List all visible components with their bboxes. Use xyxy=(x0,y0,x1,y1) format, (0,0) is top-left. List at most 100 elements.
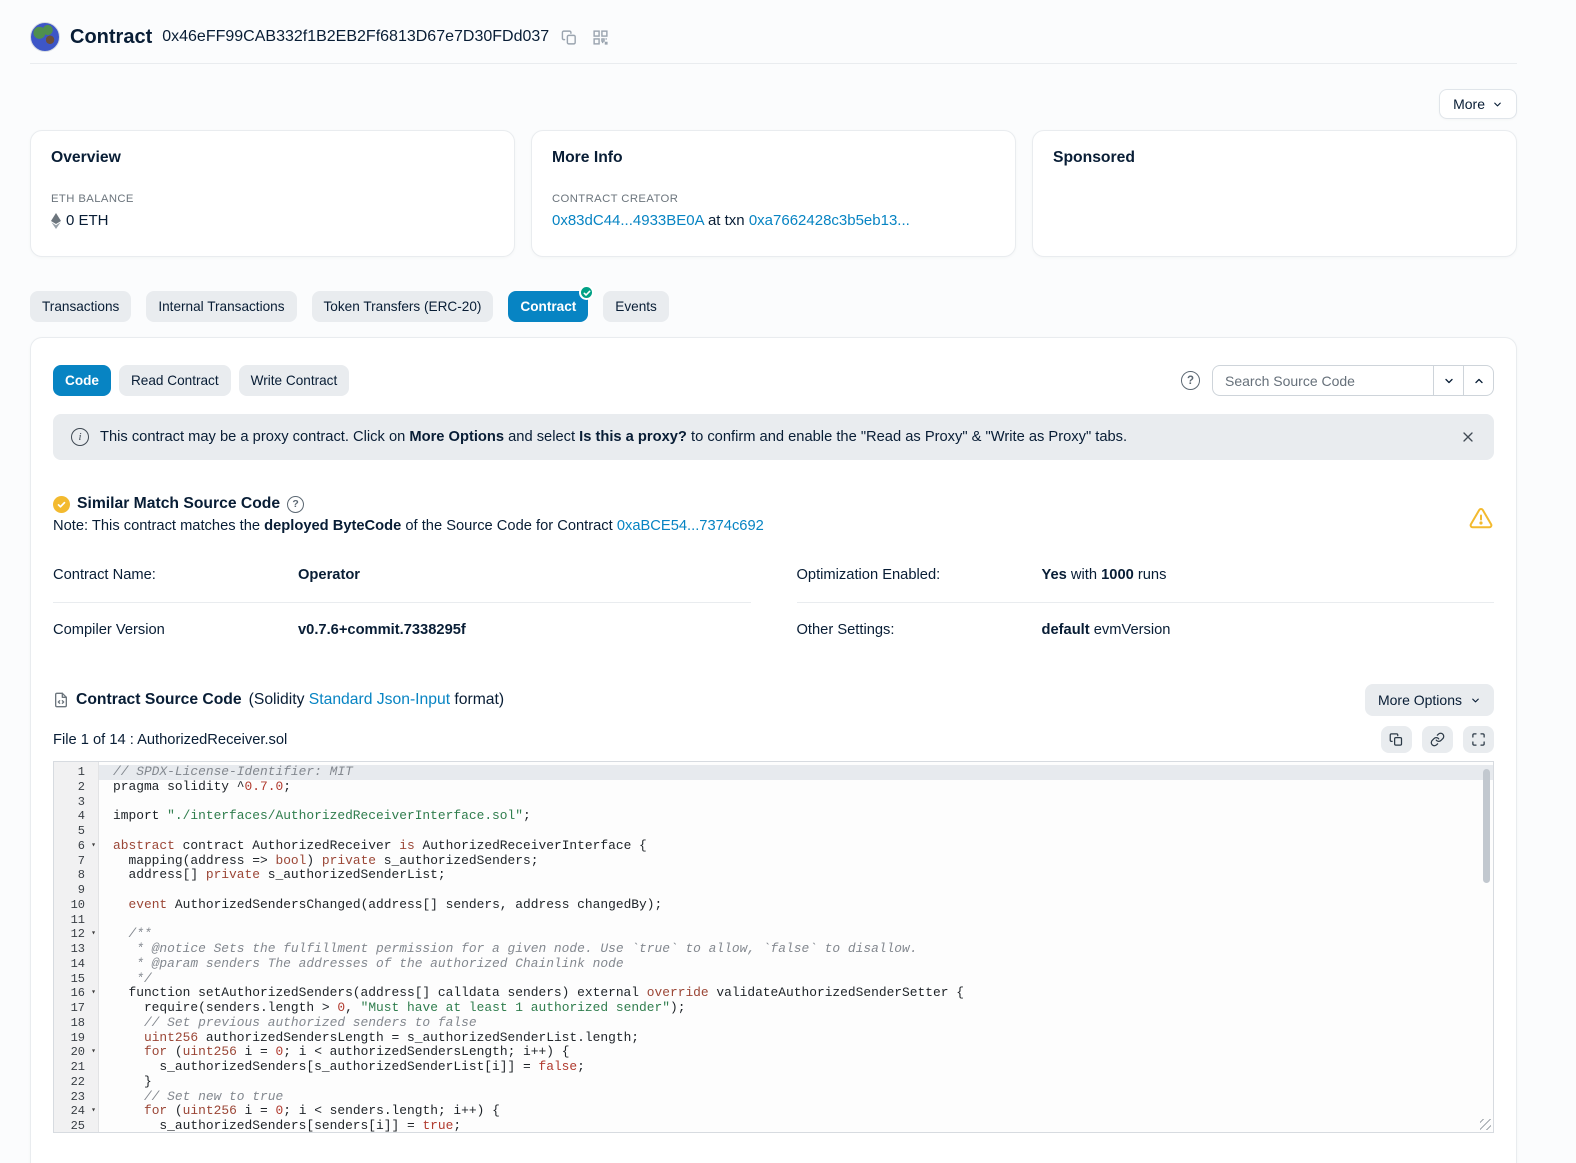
gutter-line-number: 3 xyxy=(54,795,98,810)
tab-transactions[interactable]: Transactions xyxy=(30,291,131,322)
gutter-line-number: 5 xyxy=(54,824,98,839)
gutter-line-number: 13 xyxy=(54,942,98,957)
compiler-version-value: v0.7.6+commit.7338295f xyxy=(298,622,466,638)
chevron-up-icon xyxy=(1473,375,1485,387)
contract-name-value: Operator xyxy=(298,567,360,583)
creator-txn-link[interactable]: 0xa7662428c3b5eb13... xyxy=(749,212,910,229)
code-line: uint256 authorizedSendersLength = s_auth… xyxy=(99,1031,1493,1046)
json-input-format-link[interactable]: Standard Json-Input xyxy=(309,691,450,708)
creator-separator-text: at txn xyxy=(704,212,749,229)
code-line: // Set previous authorized senders to fa… xyxy=(99,1016,1493,1031)
code-line xyxy=(99,913,1493,928)
gutter-line-number: 24▾ xyxy=(54,1104,98,1119)
search-prev-button[interactable] xyxy=(1464,365,1494,396)
other-settings-row: Other Settings: default evmVersion xyxy=(797,603,1495,657)
resize-handle-icon[interactable] xyxy=(1480,1119,1491,1130)
link-icon xyxy=(1430,732,1445,747)
fold-arrow-icon[interactable]: ▾ xyxy=(91,986,96,1001)
code-line: require(senders.length > 0, "Must have a… xyxy=(99,1001,1493,1016)
code-lines: // SPDX-License-Identifier: MITpragma so… xyxy=(99,762,1493,1132)
eth-icon xyxy=(51,213,61,229)
more-info-card-title: More Info xyxy=(552,149,995,167)
fold-arrow-icon[interactable]: ▾ xyxy=(91,927,96,942)
info-icon: i xyxy=(71,428,89,446)
page-container: Contract 0x46eFF99CAB332f1B2EB2Ff6813D67… xyxy=(30,0,1517,1163)
similar-match-title: Similar Match Source Code xyxy=(77,495,280,513)
help-icon[interactable]: ? xyxy=(1181,371,1200,390)
gutter-line-number: 11 xyxy=(54,913,98,928)
overview-card: Overview ETH BALANCE 0 ETH xyxy=(30,130,515,257)
gutter-line-number: 20▾ xyxy=(54,1045,98,1060)
source-code-editor[interactable]: 123456▾789101112▾13141516▾17181920▾21222… xyxy=(53,761,1494,1133)
other-settings-label: Other Settings: xyxy=(797,622,1042,638)
tab-contract[interactable]: Contract xyxy=(508,291,588,322)
gutter-line-number: 16▾ xyxy=(54,986,98,1001)
qr-code-button[interactable] xyxy=(590,27,611,48)
verified-check-icon xyxy=(579,285,594,300)
notice-close-button[interactable] xyxy=(1460,429,1476,445)
code-line: pragma solidity ^0.7.0; xyxy=(99,780,1493,795)
similar-match-check-icon xyxy=(53,496,70,513)
copy-source-button[interactable] xyxy=(1381,726,1412,753)
code-line: event AuthorizedSendersChanged(address[]… xyxy=(99,898,1493,913)
code-line xyxy=(99,795,1493,810)
gutter-line-number: 6▾ xyxy=(54,839,98,854)
subtab-code[interactable]: Code xyxy=(53,365,111,396)
contract-meta-table: Contract Name: Operator Optimization Ena… xyxy=(53,556,1494,657)
more-info-card: More Info CONTRACT CREATOR 0x83dC44...49… xyxy=(531,130,1016,257)
contract-name-row: Contract Name: Operator xyxy=(53,556,751,603)
copy-address-button[interactable] xyxy=(559,27,580,48)
more-dropdown-button[interactable]: More xyxy=(1439,89,1517,119)
expand-button[interactable] xyxy=(1463,726,1494,753)
similar-match-help-icon[interactable]: ? xyxy=(287,496,304,513)
compiler-version-row: Compiler Version v0.7.6+commit.7338295f xyxy=(53,603,751,657)
tab-internal-transactions[interactable]: Internal Transactions xyxy=(146,291,296,322)
gutter-line-number: 19 xyxy=(54,1031,98,1046)
summary-cards: Overview ETH BALANCE 0 ETH More Info CON… xyxy=(30,130,1517,257)
subtab-read-contract[interactable]: Read Contract xyxy=(119,365,231,396)
permalink-button[interactable] xyxy=(1422,726,1453,753)
chevron-down-icon xyxy=(1443,375,1455,387)
fold-arrow-icon[interactable]: ▾ xyxy=(91,1045,96,1060)
more-options-button[interactable]: More Options xyxy=(1365,684,1494,716)
subtab-write-contract[interactable]: Write Contract xyxy=(239,365,350,396)
gutter-line-number: 8 xyxy=(54,868,98,883)
page-header: Contract 0x46eFF99CAB332f1B2EB2Ff6813D67… xyxy=(30,0,1517,52)
tab-events[interactable]: Events xyxy=(603,291,669,322)
more-options-label: More Options xyxy=(1378,692,1462,708)
overview-card-title: Overview xyxy=(51,149,494,167)
contract-name-label: Contract Name: xyxy=(53,567,298,583)
tab-token-transfers[interactable]: Token Transfers (ERC-20) xyxy=(312,291,494,322)
code-line: abstract contract AuthorizedReceiver is … xyxy=(99,839,1493,854)
code-line: s_authorizedSenders[s_authorizedSenderLi… xyxy=(99,1060,1493,1075)
contract-address: 0x46eFF99CAB332f1B2EB2Ff6813D67e7D30FDd0… xyxy=(162,28,549,46)
code-scrollbar[interactable] xyxy=(1483,769,1490,883)
contract-avatar xyxy=(30,22,60,52)
code-line: function setAuthorizedSenders(address[] … xyxy=(99,986,1493,1001)
fold-arrow-icon[interactable]: ▾ xyxy=(91,839,96,854)
more-dropdown-label: More xyxy=(1453,96,1485,112)
gutter-line-number: 22 xyxy=(54,1075,98,1090)
similar-contract-link[interactable]: 0xaBCE54...7374c692 xyxy=(617,518,764,534)
optimization-value: Yes with 1000 runs xyxy=(1042,567,1167,583)
search-next-button[interactable] xyxy=(1434,365,1464,396)
proxy-notice-text: This contract may be a proxy contract. C… xyxy=(100,429,1127,445)
other-settings-value: default evmVersion xyxy=(1042,622,1171,638)
code-line: } xyxy=(99,1075,1493,1090)
search-source-code-input[interactable] xyxy=(1212,365,1434,396)
gutter-line-number: 14 xyxy=(54,957,98,972)
main-tabs: Transactions Internal Transactions Token… xyxy=(30,291,1517,322)
gutter-line-number: 1 xyxy=(54,765,98,780)
fold-arrow-icon[interactable]: ▾ xyxy=(91,1104,96,1119)
expand-icon xyxy=(1471,732,1486,747)
gutter-line-number: 9 xyxy=(54,883,98,898)
compiler-version-label: Compiler Version xyxy=(53,622,298,638)
sponsored-card-title: Sponsored xyxy=(1053,149,1496,167)
code-line: // SPDX-License-Identifier: MIT xyxy=(99,765,1493,780)
proxy-notice-banner: i This contract may be a proxy contract.… xyxy=(53,414,1494,460)
gutter-line-number: 21 xyxy=(54,1060,98,1075)
gutter-line-number: 10 xyxy=(54,898,98,913)
creator-address-link[interactable]: 0x83dC44...4933BE0A xyxy=(552,212,704,229)
qr-code-icon xyxy=(592,29,609,46)
file-code-icon xyxy=(53,692,69,708)
